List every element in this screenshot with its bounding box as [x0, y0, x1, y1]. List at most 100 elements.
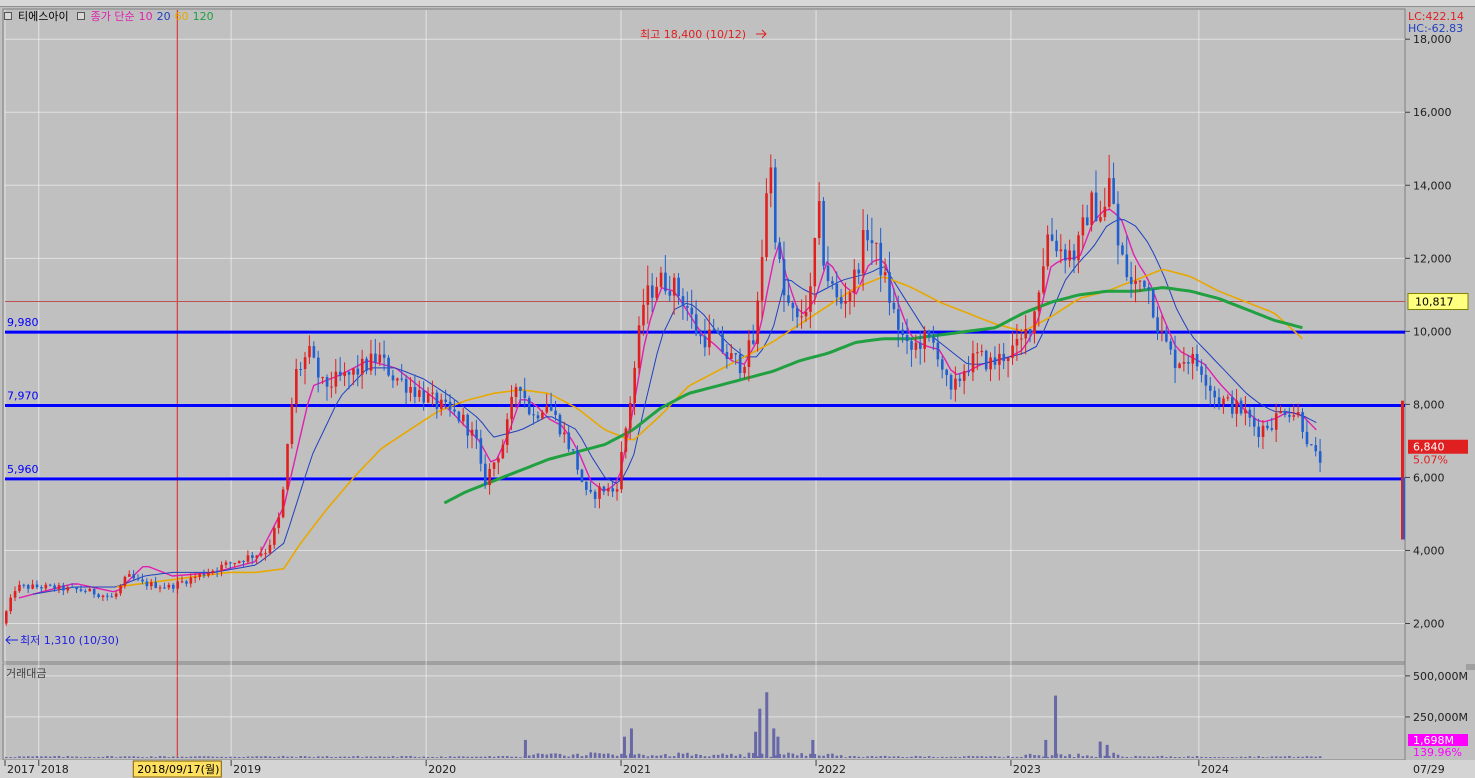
- volume-bar[interactable]: [312, 757, 316, 758]
- candle-body[interactable]: [554, 410, 557, 415]
- volume-bar[interactable]: [1147, 756, 1151, 758]
- legend-ma-120[interactable]: 120: [193, 10, 214, 23]
- volume-bar[interactable]: [1288, 755, 1291, 758]
- volume-bar[interactable]: [971, 756, 975, 758]
- volume-bar[interactable]: [26, 756, 30, 758]
- candle-body[interactable]: [189, 577, 193, 584]
- candle-body[interactable]: [1085, 217, 1089, 226]
- candle-body[interactable]: [589, 489, 593, 492]
- volume-bar[interactable]: [237, 756, 241, 758]
- volume-bar[interactable]: [721, 753, 724, 758]
- volume-bar[interactable]: [699, 755, 702, 758]
- volume-bar[interactable]: [883, 755, 887, 758]
- candle-body[interactable]: [954, 378, 957, 390]
- volume-bar[interactable]: [1204, 757, 1208, 758]
- candle-body[interactable]: [558, 414, 562, 435]
- volume-bar[interactable]: [141, 757, 144, 758]
- volume-spike-bar[interactable]: [622, 736, 626, 758]
- volume-bar[interactable]: [453, 756, 456, 758]
- candle-body[interactable]: [62, 585, 65, 591]
- candle-body[interactable]: [396, 378, 399, 381]
- candle-body[interactable]: [88, 588, 92, 592]
- candle-body[interactable]: [347, 372, 351, 375]
- candle-body[interactable]: [725, 352, 729, 360]
- volume-bar[interactable]: [712, 754, 716, 758]
- volume-spike-bar[interactable]: [629, 728, 633, 758]
- volume-bar[interactable]: [716, 754, 720, 758]
- volume-bar[interactable]: [923, 756, 926, 758]
- candle-body[interactable]: [308, 346, 311, 358]
- candle-body[interactable]: [901, 329, 905, 336]
- volume-bar[interactable]: [927, 756, 931, 758]
- volume-bar[interactable]: [97, 756, 100, 758]
- volume-bar[interactable]: [831, 753, 834, 758]
- candle-body[interactable]: [1050, 234, 1054, 241]
- candle-body[interactable]: [839, 297, 843, 304]
- volume-bar[interactable]: [932, 756, 935, 758]
- volume-bar[interactable]: [536, 753, 540, 758]
- candle-body[interactable]: [22, 584, 26, 586]
- volume-bar[interactable]: [277, 756, 281, 758]
- candle-body[interactable]: [883, 272, 887, 276]
- volume-bar[interactable]: [905, 757, 909, 758]
- volume-bar[interactable]: [1151, 756, 1155, 758]
- candle-body[interactable]: [958, 378, 962, 381]
- volume-bar[interactable]: [747, 752, 751, 758]
- volume-bar[interactable]: [128, 756, 131, 758]
- candle-body[interactable]: [1156, 317, 1159, 333]
- volume-bar[interactable]: [422, 756, 426, 758]
- volume-bar[interactable]: [273, 756, 276, 758]
- volume-bar[interactable]: [31, 756, 34, 758]
- candle-body[interactable]: [778, 242, 781, 260]
- volume-bar[interactable]: [677, 752, 680, 758]
- candle-body[interactable]: [773, 167, 777, 243]
- volume-bar[interactable]: [1195, 756, 1199, 758]
- volume-bar[interactable]: [642, 754, 645, 758]
- legend-ma-10[interactable]: 10: [139, 10, 153, 23]
- volume-bar[interactable]: [189, 756, 193, 758]
- candle-body[interactable]: [1064, 249, 1067, 261]
- candle-body[interactable]: [237, 561, 241, 563]
- volume-bar[interactable]: [1064, 756, 1067, 758]
- candle-body[interactable]: [466, 414, 469, 436]
- volume-bar[interactable]: [154, 757, 158, 758]
- candle-body[interactable]: [870, 240, 874, 244]
- volume-bar[interactable]: [501, 756, 505, 758]
- candle-body[interactable]: [730, 353, 733, 360]
- candle-body[interactable]: [628, 403, 632, 429]
- candle-body[interactable]: [233, 562, 237, 564]
- candle-body[interactable]: [180, 581, 184, 583]
- volume-bar[interactable]: [607, 753, 610, 758]
- candle-body[interactable]: [1024, 328, 1028, 339]
- volume-bar[interactable]: [220, 756, 223, 758]
- volume-bar[interactable]: [1081, 756, 1085, 758]
- volume-bar[interactable]: [88, 756, 92, 758]
- candle-body[interactable]: [114, 593, 118, 597]
- volume-bar[interactable]: [615, 755, 619, 758]
- candle-body[interactable]: [1011, 345, 1014, 358]
- candle-body[interactable]: [826, 265, 830, 282]
- candle-body[interactable]: [936, 342, 940, 360]
- candle-body[interactable]: [760, 257, 764, 301]
- candle-body[interactable]: [563, 432, 566, 435]
- volume-bar[interactable]: [251, 756, 254, 758]
- volume-bar[interactable]: [879, 756, 883, 758]
- candle-body[interactable]: [703, 336, 707, 348]
- volume-bar[interactable]: [259, 756, 263, 758]
- candle-body[interactable]: [255, 555, 259, 558]
- candle-body[interactable]: [664, 272, 667, 292]
- volume-bar[interactable]: [62, 757, 65, 758]
- candle-body[interactable]: [668, 291, 672, 296]
- volume-bar[interactable]: [1296, 756, 1300, 758]
- candle-body[interactable]: [1226, 397, 1230, 399]
- candle-body[interactable]: [1103, 206, 1107, 217]
- candle-body[interactable]: [699, 334, 702, 337]
- volume-bar[interactable]: [286, 756, 289, 758]
- candle-body[interactable]: [967, 371, 970, 373]
- volume-bar[interactable]: [53, 756, 56, 758]
- candle-body[interactable]: [215, 570, 219, 572]
- volume-bar[interactable]: [681, 753, 685, 758]
- volume-bar[interactable]: [233, 756, 237, 758]
- volume-bar[interactable]: [1077, 753, 1080, 758]
- candle-body[interactable]: [264, 553, 267, 555]
